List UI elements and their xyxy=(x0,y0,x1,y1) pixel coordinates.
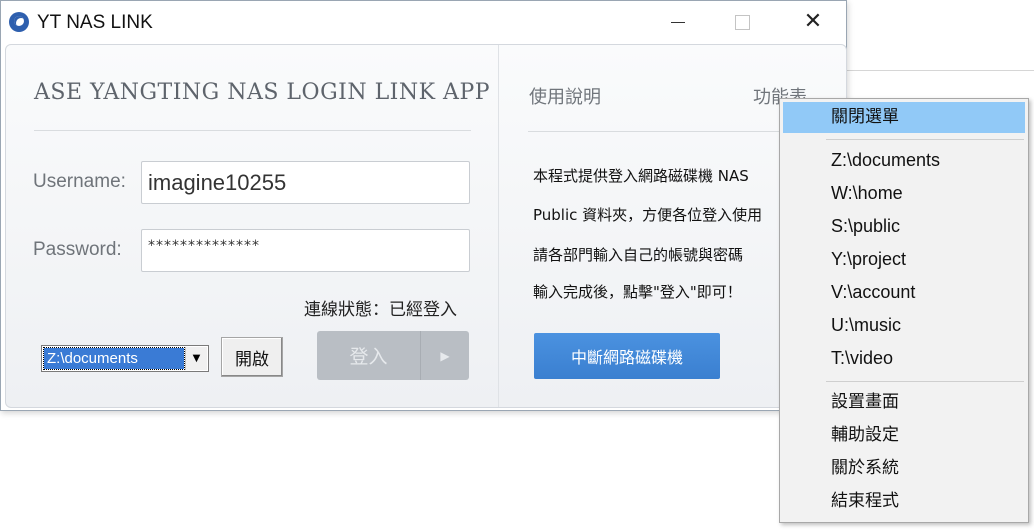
minimize-button[interactable] xyxy=(655,7,701,37)
menu-item-close-menu[interactable]: 關閉選單 xyxy=(783,102,1025,133)
menu-item-drive[interactable]: W:\home xyxy=(783,178,1025,209)
menu-item-about[interactable]: 關於系統 xyxy=(783,453,1025,484)
main-panel: ASE YANGTING NAS LOGIN LINK APP Username… xyxy=(5,44,847,408)
window-title: YT NAS LINK xyxy=(37,12,153,33)
play-arrow-icon: ▶ xyxy=(440,348,450,363)
login-heading: ASE YANGTING NAS LOGIN LINK APP xyxy=(34,80,491,105)
login-button-label: 登入 xyxy=(349,346,388,368)
password-input[interactable]: ************** xyxy=(141,229,470,272)
help-text-line: 請各部門輸入自己的帳號與密碼 xyxy=(533,246,744,264)
maximize-icon xyxy=(734,14,750,30)
panel-divider xyxy=(498,45,499,407)
menu-separator xyxy=(826,381,1024,382)
close-button[interactable]: ✕ xyxy=(790,7,836,37)
drive-select-value: Z:\documents xyxy=(43,347,185,370)
disconnect-drive-button[interactable]: 中斷網路磁碟機 xyxy=(534,333,720,379)
menu-item-drive[interactable]: Z:\documents xyxy=(783,145,1025,176)
tab-help[interactable]: 使用說明 xyxy=(529,83,601,109)
menu-item-drive[interactable]: T:\video xyxy=(783,343,1025,374)
title-bar[interactable]: YT NAS LINK ✕ xyxy=(1,1,846,44)
chevron-down-icon[interactable]: ▼ xyxy=(185,347,207,370)
app-logo-icon xyxy=(9,12,29,32)
menu-item-drive[interactable]: U:\music xyxy=(783,310,1025,341)
help-text-line: 輸入完成後，點擊"登入"即可！ xyxy=(533,283,742,301)
app-window: YT NAS LINK ✕ ASE YANGTING NAS LOGIN LIN… xyxy=(0,0,847,411)
help-text-line: Public 資料夾，方便各位登入使用 xyxy=(533,206,763,224)
connection-status: 連線狀態：已經登入 xyxy=(304,300,457,320)
background-divider xyxy=(846,70,1034,71)
login-button[interactable]: 登入 ▶ xyxy=(317,331,469,380)
menu-item-drive[interactable]: Y:\project xyxy=(783,244,1025,275)
help-text-line: 本程式提供登入網路磁碟機 NAS xyxy=(533,167,749,185)
menu-item-drive[interactable]: S:\public xyxy=(783,211,1025,242)
menu-separator xyxy=(826,139,1024,140)
menu-item-settings[interactable]: 設置畫面 xyxy=(783,387,1025,418)
heading-divider xyxy=(34,130,471,131)
menu-item-drive[interactable]: V:\account xyxy=(783,277,1025,308)
menu-item-assist-settings[interactable]: 輔助設定 xyxy=(783,420,1025,451)
username-input[interactable]: imagine10255 xyxy=(141,161,470,204)
context-menu: 關閉選單 Z:\documents W:\home S:\public Y:\p… xyxy=(779,98,1029,523)
password-label: Password: xyxy=(33,239,122,260)
open-button[interactable]: 開啟 xyxy=(221,337,283,377)
minimize-icon xyxy=(671,21,685,23)
username-label: Username: xyxy=(33,171,126,192)
menu-item-exit[interactable]: 結束程式 xyxy=(783,486,1025,517)
maximize-button[interactable] xyxy=(719,7,765,37)
drive-select[interactable]: Z:\documents ▼ xyxy=(41,345,209,372)
